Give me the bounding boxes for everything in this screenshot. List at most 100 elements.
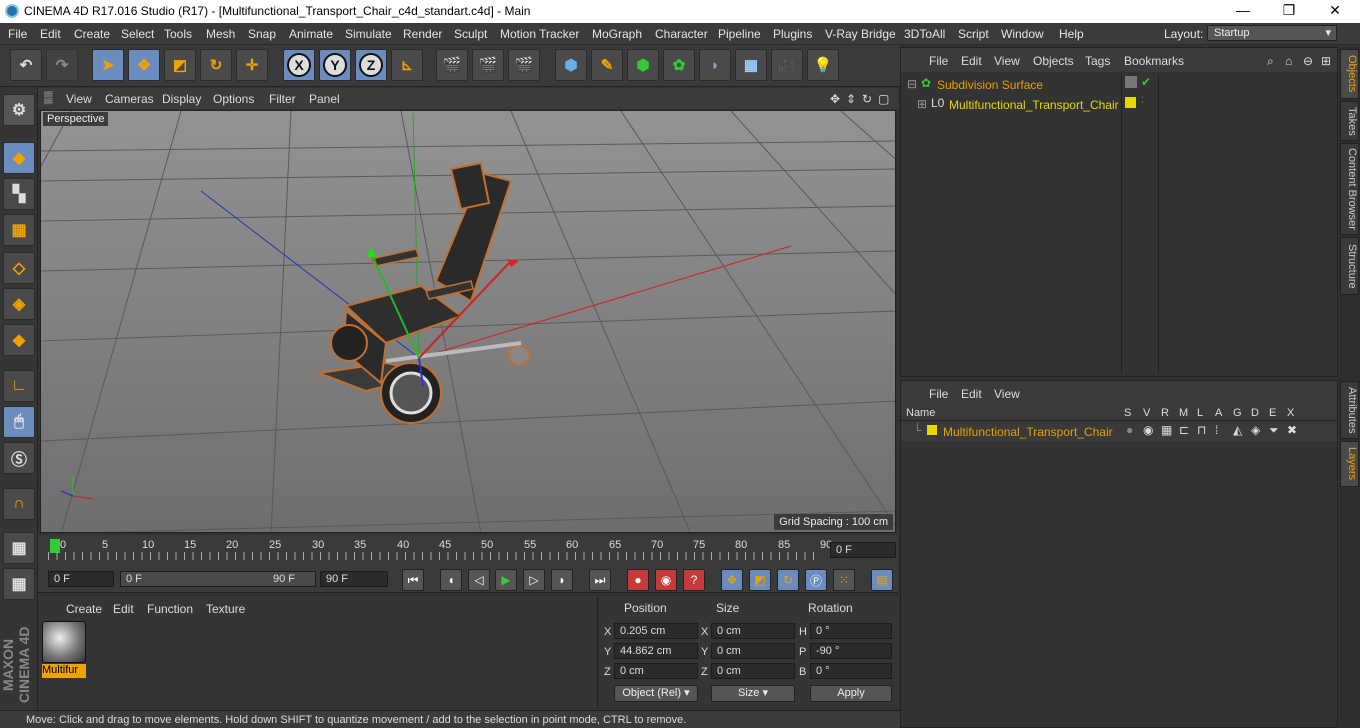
viewport-menu-panel[interactable]: Panel: [309, 92, 340, 106]
previous-frame-button[interactable]: ◁: [468, 569, 490, 591]
pos-z-field[interactable]: 0 cm: [614, 663, 698, 679]
viewport-move-icon[interactable]: ✥: [830, 92, 840, 106]
solo-mode-button[interactable]: Ⓢ: [3, 442, 35, 474]
go-to-end-button[interactable]: ⏭: [589, 569, 611, 591]
make-editable-button[interactable]: ⚙: [3, 94, 35, 126]
key-scale-button[interactable]: ◩: [749, 569, 771, 591]
next-frame-button[interactable]: ▷: [523, 569, 545, 591]
rot-h-field[interactable]: 0 °: [810, 623, 892, 639]
play-button[interactable]: ▶: [495, 569, 517, 591]
rotate-tool-button[interactable]: ↻: [200, 49, 232, 81]
solo-dot-icon[interactable]: ●: [1126, 423, 1133, 437]
link-icon[interactable]: ⊖: [1303, 54, 1313, 68]
menu-3dtoall[interactable]: 3DToAll: [904, 27, 945, 41]
tab-objects[interactable]: Objects: [1340, 49, 1359, 99]
menu-animate[interactable]: Animate: [289, 27, 333, 41]
edges-mode-button[interactable]: ◈: [3, 288, 35, 320]
new-window-icon[interactable]: ⊞: [1321, 54, 1331, 68]
menu-select[interactable]: Select: [121, 27, 154, 41]
objects-menu-objects[interactable]: Objects: [1033, 54, 1074, 68]
column-expressions[interactable]: E: [1269, 407, 1276, 419]
array-button[interactable]: ✿: [663, 49, 695, 81]
render-picture-viewer-button[interactable]: 🎬: [472, 49, 504, 81]
menu-file[interactable]: File: [8, 27, 27, 41]
objects-menu-tags[interactable]: Tags: [1085, 54, 1110, 68]
animation-icon[interactable]: ⁞: [1215, 423, 1218, 437]
search-icon[interactable]: ⌕: [1267, 54, 1274, 69]
end-frame-field[interactable]: 90 F: [320, 571, 388, 587]
current-frame-field[interactable]: 0 F: [830, 542, 896, 558]
column-locked[interactable]: L: [1197, 407, 1203, 419]
deformer-button[interactable]: ◗: [699, 49, 731, 81]
manager-icon[interactable]: ⊏: [1179, 423, 1189, 437]
menu-motion-tracker[interactable]: Motion Tracker: [500, 27, 579, 41]
column-name[interactable]: Name: [906, 407, 935, 419]
expression-icon[interactable]: ⏷: [1269, 423, 1279, 438]
material-menu-function[interactable]: Function: [147, 602, 193, 616]
undo-button[interactable]: ↶: [10, 49, 42, 81]
column-deformers[interactable]: D: [1251, 407, 1259, 419]
size-z-field[interactable]: 0 cm: [711, 663, 795, 679]
close-button[interactable]: ✕: [1320, 2, 1350, 19]
layers-menu-view[interactable]: View: [994, 387, 1020, 401]
menu-snap[interactable]: Snap: [248, 27, 276, 41]
timeline[interactable]: 0 5 10 15 20 25 30 35 40 45 50 55 60 65 …: [38, 535, 898, 565]
menu-plugins[interactable]: Plugins: [773, 27, 812, 41]
keyframe-selection-button[interactable]: ?: [683, 569, 705, 591]
start-frame-field[interactable]: 0 F: [48, 571, 114, 587]
x-axis-lock-button[interactable]: X: [283, 49, 315, 81]
column-animation[interactable]: A: [1215, 407, 1222, 419]
column-manager[interactable]: M: [1179, 407, 1188, 419]
coordinate-mode-dropdown[interactable]: Object (Rel) ▾: [614, 685, 698, 702]
menu-window[interactable]: Window: [1001, 27, 1044, 41]
column-view[interactable]: V: [1143, 407, 1150, 419]
menu-script[interactable]: Script: [958, 27, 989, 41]
render-settings-button[interactable]: 🎬: [508, 49, 540, 81]
menu-render[interactable]: Render: [403, 27, 442, 41]
editor-visibility-toggle[interactable]: [1125, 76, 1137, 88]
tweak-mode-button[interactable]: 🖱: [3, 406, 35, 438]
generator-icon[interactable]: ◭: [1233, 423, 1242, 437]
material-menu-create[interactable]: Create: [66, 602, 102, 616]
column-generators[interactable]: G: [1233, 407, 1242, 419]
planar-workplane-button[interactable]: ▦: [3, 568, 35, 600]
menu-vray-bridge[interactable]: V-Ray Bridge: [825, 27, 896, 41]
render-view-button[interactable]: 🎬: [436, 49, 468, 81]
layout-dropdown[interactable]: Startup ▾: [1207, 25, 1337, 41]
menu-sculpt[interactable]: Sculpt: [454, 27, 487, 41]
pos-x-field[interactable]: 0.205 cm: [614, 623, 698, 639]
material-menu-edit[interactable]: Edit: [113, 602, 134, 616]
eye-icon[interactable]: ◉: [1143, 423, 1153, 437]
menu-create[interactable]: Create: [74, 27, 110, 41]
pos-y-field[interactable]: 44.862 cm: [614, 643, 698, 659]
render-icon[interactable]: ▦: [1161, 423, 1172, 437]
apply-button[interactable]: Apply: [810, 685, 892, 702]
points-mode-button[interactable]: ◇: [3, 252, 35, 284]
rot-p-field[interactable]: -90 °: [810, 643, 892, 659]
workplane-lock-button[interactable]: ▦: [3, 532, 35, 564]
menu-edit[interactable]: Edit: [40, 27, 61, 41]
material-name-label[interactable]: Multifur: [42, 664, 86, 678]
minimize-button[interactable]: —: [1228, 2, 1258, 18]
texture-mode-button[interactable]: ▚: [3, 178, 35, 210]
viewport-menu-cameras[interactable]: Cameras: [105, 92, 154, 106]
move-tool-button[interactable]: ✥: [128, 49, 160, 81]
model-mode-button[interactable]: ◆: [3, 142, 35, 174]
viewport-menu-filter[interactable]: Filter: [269, 92, 296, 106]
tab-content-browser[interactable]: Content Browser: [1340, 143, 1359, 235]
cube-button[interactable]: ⬢: [555, 49, 587, 81]
live-selection-button[interactable]: ➤: [92, 49, 124, 81]
tab-structure[interactable]: Structure: [1340, 237, 1359, 295]
column-solo[interactable]: S: [1124, 407, 1131, 419]
redo-button[interactable]: ↷: [46, 49, 78, 81]
y-axis-lock-button[interactable]: Y: [319, 49, 351, 81]
layer-color-tag[interactable]: [1125, 97, 1136, 108]
expand-icon[interactable]: ⊞: [917, 97, 927, 111]
coordinate-system-button[interactable]: ⊾: [391, 49, 423, 81]
layer-color-swatch[interactable]: [927, 425, 937, 435]
layers-menu-file[interactable]: File: [929, 387, 948, 401]
objects-menu-bookmarks[interactable]: Bookmarks: [1124, 54, 1184, 68]
layer-name[interactable]: Multifunctional_Transport_Chair: [943, 425, 1113, 439]
object-name[interactable]: Multifunctional_Transport_Chair: [949, 98, 1119, 112]
rot-b-field[interactable]: 0 °: [810, 663, 892, 679]
